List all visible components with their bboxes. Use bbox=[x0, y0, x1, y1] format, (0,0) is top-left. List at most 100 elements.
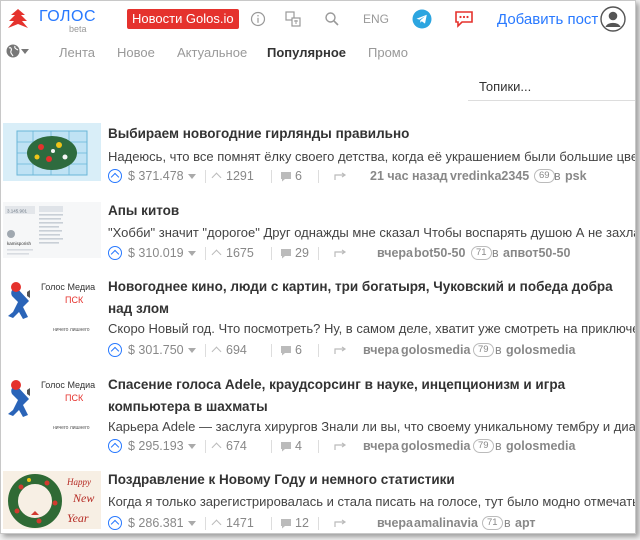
post-thumbnail[interactable] bbox=[3, 123, 101, 181]
chevron-down-icon[interactable] bbox=[188, 251, 196, 256]
golosmedia-tagline-text: ничего лишнего bbox=[53, 425, 90, 431]
post-excerpt[interactable]: Скоро Новый год. Что посмотреть? Ну, в с… bbox=[108, 320, 635, 338]
post-meta: $ 310.019 1675 29 вчера bot50-50 71 в ап… bbox=[108, 244, 635, 262]
topics-dropdown[interactable]: Топики... bbox=[468, 73, 635, 101]
post-votes[interactable]: 1675 bbox=[226, 244, 254, 262]
post-author[interactable]: golosmedia bbox=[401, 341, 470, 359]
comments-icon[interactable] bbox=[280, 171, 292, 182]
post-thumbnail[interactable]: Happy New Year bbox=[3, 471, 101, 529]
chat-icon[interactable] bbox=[453, 9, 475, 29]
post-meta: $ 371.478 1291 6 21 час назад vredinka23… bbox=[108, 167, 635, 185]
votes-arrow-icon bbox=[211, 442, 222, 453]
category-preposition: в bbox=[495, 439, 502, 453]
post-category[interactable]: golosmedia bbox=[506, 341, 575, 359]
post-time[interactable]: вчера bbox=[363, 437, 399, 455]
comments-icon[interactable] bbox=[280, 248, 292, 259]
golosmedia-psk-text: ПСК bbox=[65, 393, 84, 403]
repost-icon[interactable] bbox=[334, 346, 348, 356]
post-votes[interactable]: 694 bbox=[226, 341, 247, 359]
info-icon[interactable] bbox=[249, 10, 267, 28]
chevron-down-icon[interactable] bbox=[188, 174, 196, 179]
add-post-button[interactable]: Добавить пост bbox=[497, 11, 598, 28]
language-switch[interactable]: ENG bbox=[363, 12, 389, 26]
post-title[interactable]: Спасение голоса Adele, краудсорсинг в на… bbox=[108, 374, 620, 418]
comments-icon[interactable] bbox=[280, 441, 292, 452]
post-excerpt[interactable]: Надеюсь, что все помнят ёлку своего детс… bbox=[108, 148, 635, 166]
post-comments[interactable]: 6 bbox=[295, 167, 302, 185]
translate-icon[interactable] bbox=[284, 10, 302, 28]
post-author[interactable]: bot50-50 bbox=[414, 244, 465, 262]
search-icon[interactable] bbox=[323, 10, 341, 28]
globe-icon[interactable] bbox=[6, 44, 20, 58]
tab-feed[interactable]: Лента bbox=[59, 45, 95, 60]
post-votes[interactable]: 1471 bbox=[226, 514, 254, 532]
tab-actual[interactable]: Актуальное bbox=[177, 45, 247, 60]
post-excerpt[interactable]: "Хобби" значит "дорогое" Друг однажды мн… bbox=[108, 224, 635, 242]
post-votes[interactable]: 674 bbox=[226, 437, 247, 455]
post-comments[interactable]: 29 bbox=[295, 244, 309, 262]
post-title[interactable]: Выбираем новогодние гирлянды правильно bbox=[108, 123, 620, 145]
post-thumbnail[interactable]: 3.145.901 kamisporish bbox=[3, 202, 101, 258]
post-time[interactable]: вчера bbox=[377, 514, 413, 532]
divider bbox=[318, 440, 319, 453]
post-time[interactable]: 21 час назад bbox=[370, 167, 448, 185]
category-preposition: в bbox=[554, 169, 561, 183]
author-reputation-badge: 79 bbox=[473, 343, 494, 357]
chevron-down-icon[interactable] bbox=[188, 521, 196, 526]
post-payout[interactable]: $ 371.478 bbox=[128, 167, 184, 185]
post-category[interactable]: апвот50-50 bbox=[503, 244, 570, 262]
divider bbox=[205, 344, 206, 357]
logo-icon[interactable] bbox=[5, 7, 31, 33]
repost-icon[interactable] bbox=[334, 172, 348, 182]
post-title[interactable]: Апы китов bbox=[108, 200, 620, 222]
upvote-icon[interactable] bbox=[108, 439, 122, 453]
new-text: New bbox=[72, 491, 94, 505]
chevron-down-icon[interactable] bbox=[21, 49, 29, 54]
chevron-down-icon[interactable] bbox=[188, 348, 196, 353]
post-thumbnail[interactable]: Голос Медиа ПСК ничего лишнего bbox=[3, 278, 101, 338]
chevron-down-icon[interactable] bbox=[188, 444, 196, 449]
post-excerpt[interactable]: Карьера Adele — заслуга хирургов Знали л… bbox=[108, 418, 635, 436]
post-time[interactable]: вчера bbox=[377, 244, 413, 262]
post-payout[interactable]: $ 286.381 bbox=[128, 514, 184, 532]
upvote-icon[interactable] bbox=[108, 246, 122, 260]
post-category[interactable]: арт bbox=[515, 514, 536, 532]
post-payout[interactable]: $ 301.750 bbox=[128, 341, 184, 359]
comments-icon[interactable] bbox=[280, 518, 292, 529]
news-button[interactable]: Новости Golos.io bbox=[127, 9, 239, 29]
post-author[interactable]: vredinka2345 bbox=[450, 167, 529, 185]
beta-label: beta bbox=[69, 24, 87, 34]
upvote-icon[interactable] bbox=[108, 516, 122, 530]
telegram-icon[interactable] bbox=[412, 9, 432, 29]
tab-popular[interactable]: Популярное bbox=[267, 45, 346, 60]
post-payout[interactable]: $ 310.019 bbox=[128, 244, 184, 262]
repost-icon[interactable] bbox=[334, 442, 348, 452]
post-title[interactable]: Поздравление к Новому Году и немного ста… bbox=[108, 469, 620, 491]
post-comments[interactable]: 4 bbox=[295, 437, 302, 455]
divider bbox=[318, 517, 319, 530]
upvote-icon[interactable] bbox=[108, 169, 122, 183]
post-excerpt[interactable]: Когда я только зарегистрировалась и стал… bbox=[108, 493, 635, 511]
repost-icon[interactable] bbox=[334, 249, 348, 259]
post-author[interactable]: amalinavia bbox=[414, 514, 478, 532]
post-comments[interactable]: 12 bbox=[295, 514, 309, 532]
repost-icon[interactable] bbox=[334, 519, 348, 529]
post-votes[interactable]: 1291 bbox=[226, 167, 254, 185]
brand-name[interactable]: ГОЛОС bbox=[39, 8, 96, 26]
post-title[interactable]: Новогоднее кино, люди с картин, три бога… bbox=[108, 276, 620, 320]
post-payout[interactable]: $ 295.193 bbox=[128, 437, 184, 455]
post-time[interactable]: вчера bbox=[363, 341, 399, 359]
post-author[interactable]: golosmedia bbox=[401, 437, 470, 455]
post-thumbnail[interactable]: Голос Медиа ПСК ничего лишнего bbox=[3, 376, 101, 436]
upvote-icon[interactable] bbox=[108, 343, 122, 357]
tab-promo[interactable]: Промо bbox=[368, 45, 408, 60]
user-icon[interactable] bbox=[600, 6, 626, 32]
tab-new[interactable]: Новое bbox=[117, 45, 155, 60]
post-comments[interactable]: 6 bbox=[295, 341, 302, 359]
divider bbox=[271, 247, 272, 260]
post-category[interactable]: psk bbox=[565, 167, 587, 185]
author-reputation-badge: 71 bbox=[482, 516, 503, 530]
whales-user-text: kamisporish bbox=[7, 241, 32, 246]
comments-icon[interactable] bbox=[280, 345, 292, 356]
post-category[interactable]: golosmedia bbox=[506, 437, 575, 455]
